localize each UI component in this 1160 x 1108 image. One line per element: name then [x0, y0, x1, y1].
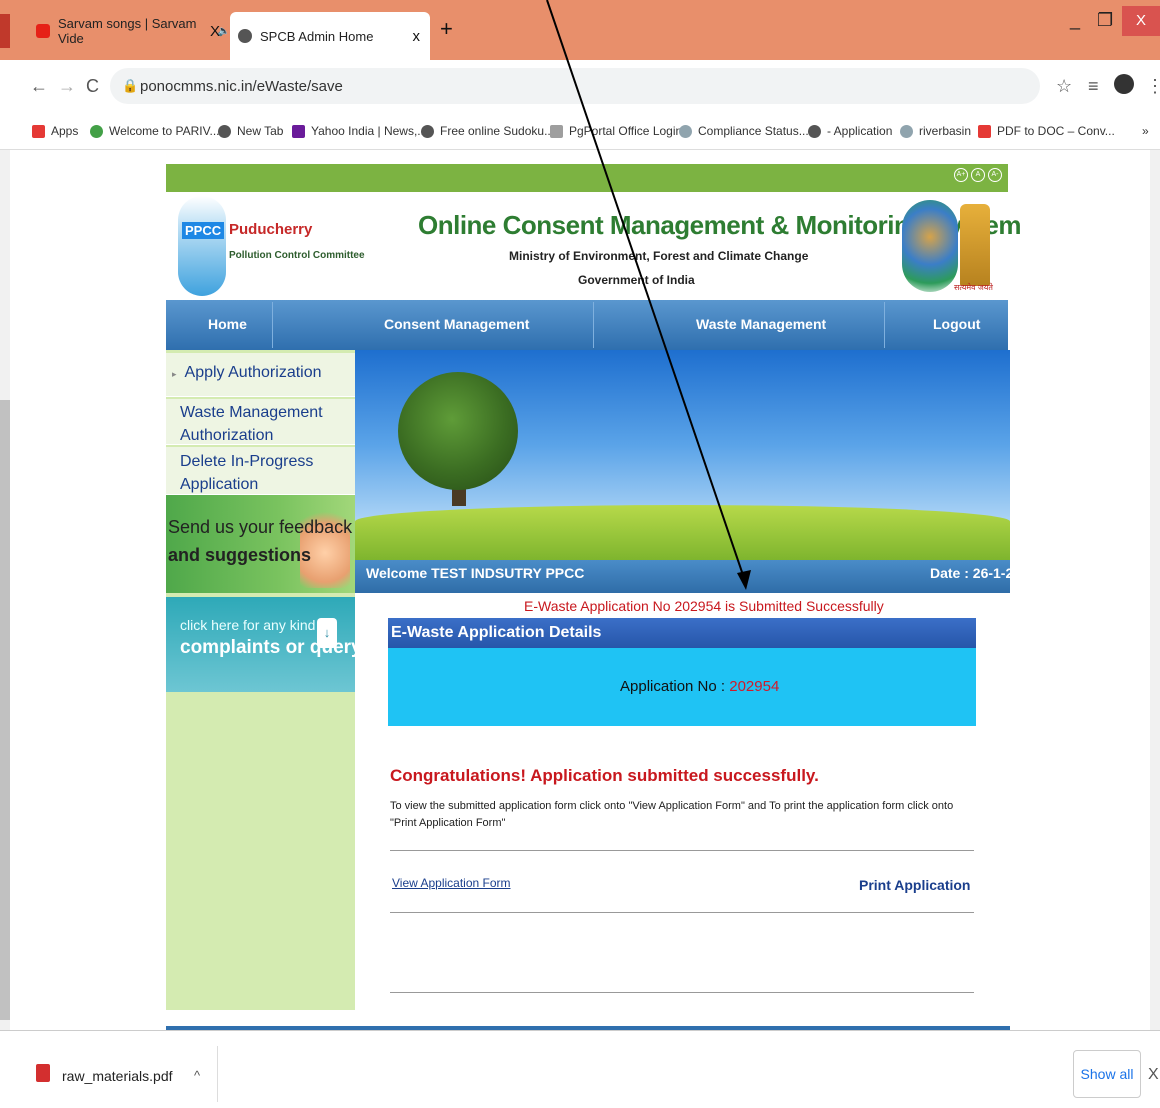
globe-icon: [238, 29, 252, 43]
welcome-text: Welcome TEST INDSUTRY PPCC: [366, 565, 585, 581]
pdf-icon: [36, 1064, 50, 1082]
bullet-icon: ▸: [172, 369, 177, 379]
complaints-line-1: click here for any kind: [180, 617, 316, 633]
star-icon[interactable]: ☆: [1056, 76, 1072, 97]
nav-logout[interactable]: Logout: [933, 316, 980, 332]
forward-icon[interactable]: →: [58, 76, 76, 97]
sidebar-item-waste-applications[interactable]: Waste Management Authorization Applicati…: [166, 399, 355, 467]
divider: [390, 850, 974, 851]
scrollbar-right[interactable]: [1150, 150, 1160, 1030]
bookmark-parivesh[interactable]: Welcome to PARIV...: [90, 124, 220, 138]
site-ministry: Ministry of Environment, Forest and Clim…: [509, 249, 809, 263]
show-all-button[interactable]: Show all: [1073, 1050, 1141, 1098]
bookmark-pgportal[interactable]: PgPortal Office Login: [550, 124, 682, 138]
tab-title: Sarvam songs | Sarvam Vide: [58, 16, 197, 46]
ppcc-logo: [178, 196, 226, 296]
url-text[interactable]: ponocmms.nic.in/eWaste/save: [140, 78, 343, 95]
details-title: E-Waste Application Details: [391, 624, 602, 641]
minimize-button[interactable]: _: [1070, 10, 1080, 31]
bookmark-icon: [900, 124, 913, 138]
application-number: Application No : 202954: [620, 678, 779, 695]
feedback-line-2: and suggestions: [168, 545, 312, 565]
application-number-label: Application No :: [620, 678, 730, 695]
feedback-line-1: Send us your feedback: [168, 517, 353, 537]
logo-subtitle: Pollution Control Committee: [229, 250, 365, 261]
ministry-emblem: [902, 200, 958, 292]
nav-consent-management[interactable]: Consent Management: [384, 316, 529, 332]
nav-divider: [272, 302, 273, 348]
profile-icon[interactable]: [1114, 74, 1134, 94]
download-filename[interactable]: raw_materials.pdf: [62, 1068, 173, 1084]
hands-image: [300, 500, 350, 588]
bookmark-pdf-to-doc[interactable]: PDF to DOC – Conv...: [978, 124, 1115, 138]
back-icon[interactable]: ←: [30, 76, 48, 97]
date-text: Date : 26-1-2021: [930, 565, 1037, 581]
reading-list-icon[interactable]: ≡: [1088, 76, 1099, 97]
address-bar: ← → C 🔒 ponocmms.nic.in/eWaste/save ☆ ≡ …: [0, 60, 1160, 114]
congrats-heading: Congratulations! Application submitted s…: [390, 766, 819, 785]
youtube-icon: [36, 24, 50, 38]
font-normal-button[interactable]: A: [971, 168, 985, 182]
font-increase-button[interactable]: A+: [954, 168, 968, 182]
nav-home[interactable]: Home: [208, 316, 247, 332]
print-application-link[interactable]: Print Application: [859, 877, 970, 893]
chevron-up-icon[interactable]: ^: [194, 1068, 200, 1083]
apps-grid-icon: [32, 124, 45, 138]
tree-image: [398, 372, 518, 490]
bookmark-apps[interactable]: Apps: [32, 124, 78, 138]
bookmark-riverbasin[interactable]: riverbasin: [900, 124, 971, 138]
close-tab-icon[interactable]: X: [210, 23, 220, 40]
logo-abbr: PPCC: [182, 222, 225, 239]
tab-sarvam[interactable]: Sarvam songs | Sarvam Vide 🔈 X: [30, 14, 230, 48]
reload-icon[interactable]: C: [86, 76, 99, 97]
globe-icon: [421, 124, 434, 138]
tab-title: SPCB Admin Home: [260, 28, 374, 44]
emblem-motto: सत्यमेव जयते: [954, 283, 993, 292]
divider: [390, 912, 974, 913]
scroll-thumb[interactable]: [0, 400, 10, 1020]
font-decrease-button[interactable]: A-: [988, 168, 1002, 182]
bookmark-icon: [90, 124, 103, 138]
success-message: E-Waste Application No 202954 is Submitt…: [524, 598, 884, 614]
view-application-link[interactable]: View Application Form: [392, 876, 511, 890]
tab-spcb-admin[interactable]: SPCB Admin Home x: [230, 12, 430, 60]
close-shelf-icon[interactable]: X: [1148, 1066, 1159, 1084]
yahoo-icon: [292, 124, 305, 138]
maximize-button[interactable]: ❐: [1097, 10, 1113, 31]
logo-name: Puducherry: [229, 221, 313, 238]
arrow-down-icon[interactable]: ↓: [317, 618, 337, 648]
bookmark-application[interactable]: - Application: [808, 124, 892, 138]
lock-icon: 🔒: [122, 78, 139, 93]
pdf-icon: [978, 124, 991, 138]
nav-waste-management[interactable]: Waste Management: [696, 316, 826, 332]
site-top-strip: [166, 164, 1008, 192]
sidebar-item-delete-in-progress[interactable]: Delete In-Progress Application: [166, 447, 355, 495]
national-emblem: [960, 204, 990, 286]
instructions-text: To view the submitted application form c…: [390, 800, 954, 829]
globe-icon: [808, 124, 821, 138]
banner-grass: [355, 505, 1010, 560]
application-number-value: 202954: [729, 678, 780, 695]
close-tab-icon[interactable]: x: [413, 28, 421, 45]
bookmark-compliance[interactable]: Compliance Status...: [679, 124, 809, 138]
new-tab-button[interactable]: +: [440, 16, 453, 42]
sidebar-item-apply-authorization[interactable]: ▸ Apply Authorization: [166, 353, 355, 397]
nav-divider: [593, 302, 594, 348]
bookmark-new-tab[interactable]: New Tab: [218, 124, 283, 138]
document-icon: [550, 124, 563, 138]
bookmarks-bar: Apps Welcome to PARIV... New Tab Yahoo I…: [0, 114, 1160, 150]
nav-divider: [884, 302, 885, 348]
site-government: Government of India: [578, 273, 695, 287]
bookmarks-more[interactable]: »: [1142, 124, 1149, 138]
menu-icon[interactable]: ⋮: [1146, 76, 1160, 97]
divider: [390, 992, 974, 993]
window-close-button[interactable]: X: [1122, 6, 1160, 36]
tab-edge: [0, 14, 10, 48]
bookmark-yahoo[interactable]: Yahoo India | News,...: [292, 124, 427, 138]
main-nav: [166, 300, 1008, 350]
globe-icon: [218, 124, 231, 138]
bookmark-icon: [679, 124, 692, 138]
bookmark-sudoku[interactable]: Free online Sudoku...: [421, 124, 554, 138]
